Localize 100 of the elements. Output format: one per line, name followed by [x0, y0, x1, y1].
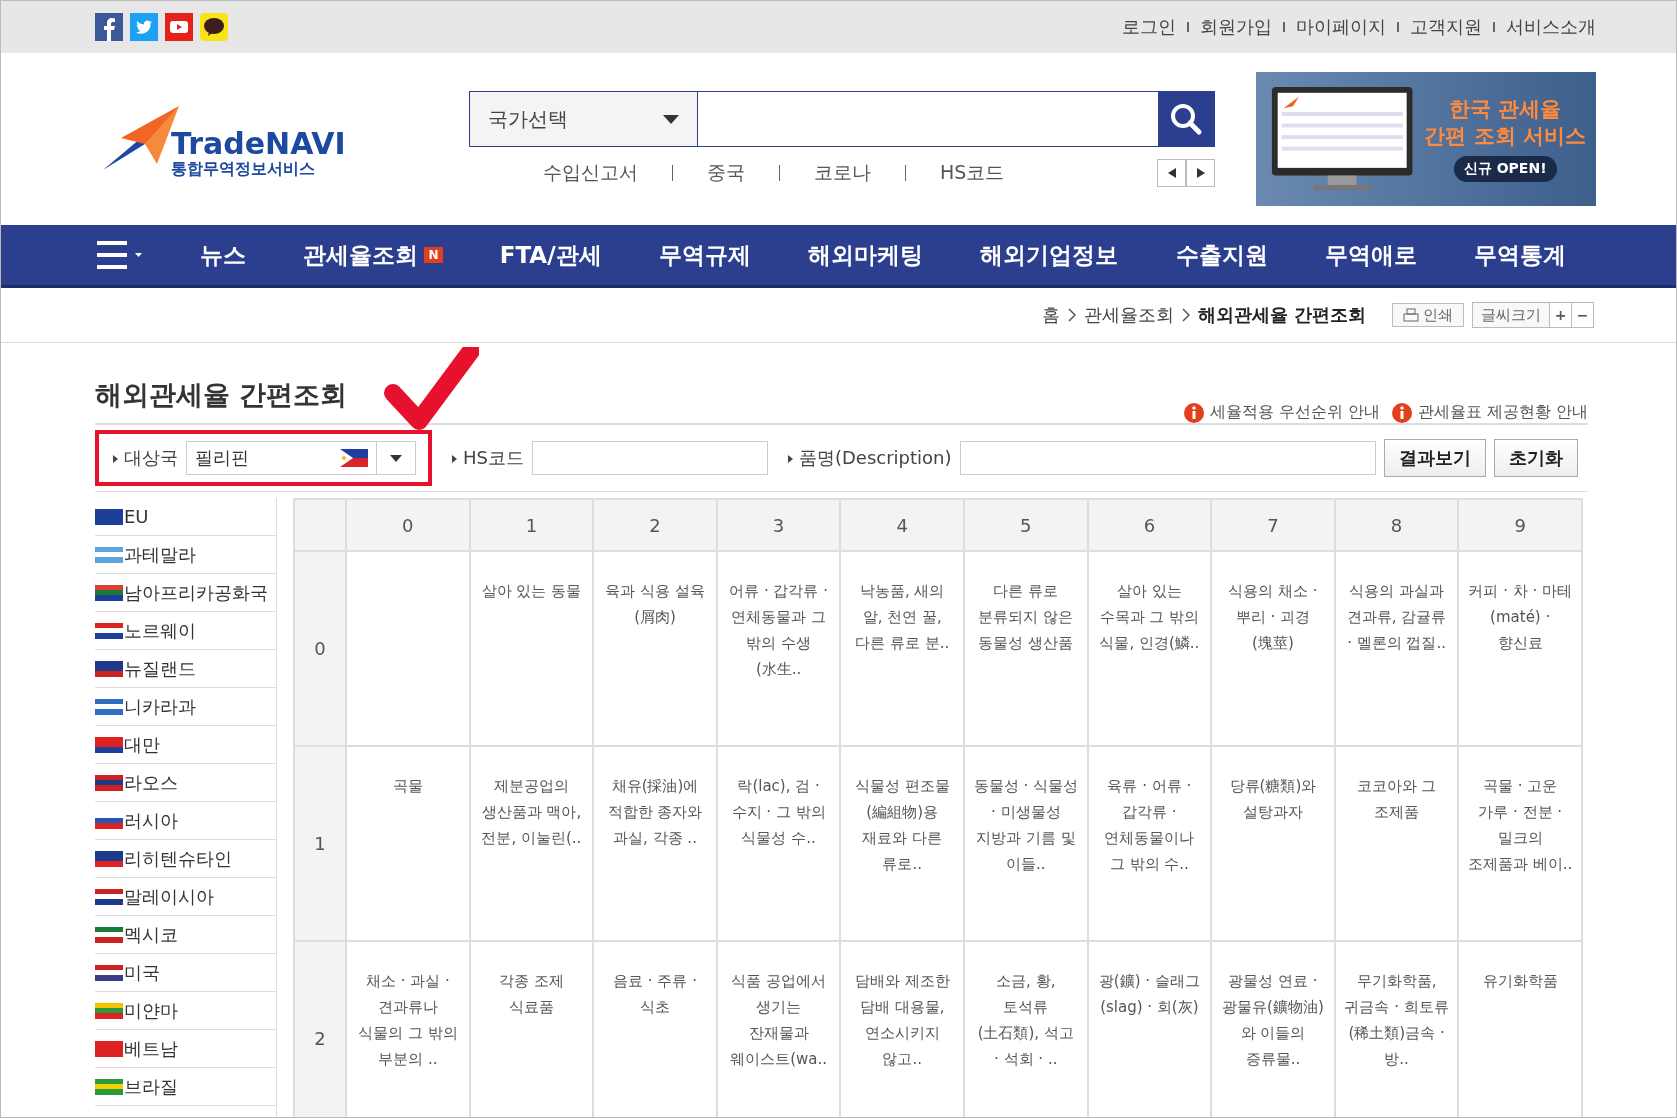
chevron-icon — [1067, 308, 1076, 322]
breadcrumb-link[interactable]: 홈 — [1041, 303, 1060, 327]
top-link[interactable]: 회원가입 — [1200, 15, 1272, 39]
keyword-link[interactable]: 코로나 — [780, 160, 905, 186]
twitter-icon[interactable] — [130, 13, 158, 41]
right-arrow-icon — [1196, 168, 1205, 178]
column-header: 8 — [1334, 499, 1459, 551]
column-header: 2 — [593, 499, 717, 551]
flag-icon — [340, 449, 368, 467]
hs-chapter-link[interactable]: 유기화학품 — [1467, 968, 1573, 994]
keyword-link[interactable]: 수입신고서 — [509, 160, 672, 186]
print-button[interactable]: 인쇄 — [1392, 303, 1464, 327]
country-dropdown[interactable]: 필리핀 — [186, 441, 416, 475]
column-header: 7 — [1211, 499, 1335, 551]
flag-icon — [95, 622, 123, 639]
country-item[interactable]: EU — [95, 498, 276, 536]
chevron-icon — [1181, 308, 1190, 322]
description-field[interactable] — [959, 441, 1376, 475]
country-item[interactable]: 러시아 — [95, 802, 276, 840]
flag-icon — [95, 774, 123, 791]
country-item[interactable]: 뉴질랜드 — [95, 650, 276, 688]
country-item[interactable]: 베트남 — [95, 1030, 276, 1068]
column-header: 1 — [469, 499, 594, 551]
description-label: 품명(Description) — [787, 446, 952, 470]
nav-item[interactable]: 해외마케팅 — [808, 239, 924, 271]
country-item[interactable]: 라오스 — [95, 764, 276, 802]
country-item[interactable]: 말레이시아 — [95, 878, 276, 916]
column-header: 5 — [963, 499, 1088, 551]
promo-banner[interactable]: 한국 관세율 간편 조회 서비스 신규 OPEN! — [1256, 72, 1596, 206]
banner-title: 한국 관세율 — [1449, 95, 1562, 123]
column-header: 0 — [346, 499, 470, 551]
top-link[interactable]: 서비스소개 — [1506, 15, 1596, 39]
flag-icon — [95, 508, 123, 525]
nav-item[interactable]: FTA/관세 — [499, 239, 602, 271]
nav-item[interactable]: 무역애로 — [1324, 239, 1417, 271]
column-header: 3 — [716, 499, 841, 551]
top-link[interactable]: 로그인 — [1122, 15, 1176, 39]
flag-icon — [95, 660, 123, 677]
banner-title: 간편 조회 서비스 — [1424, 123, 1586, 150]
decrease-button[interactable]: − — [1571, 303, 1593, 327]
reset-button[interactable]: 초기화 — [1494, 439, 1578, 477]
breadcrumb-link[interactable]: 해외관세율 간편조회 — [1197, 303, 1366, 327]
logo-name[interactable]: TradeNAVI — [171, 128, 346, 159]
flag-icon — [95, 964, 123, 981]
page-title: 해외관세율 간편조회 — [95, 378, 348, 412]
left-arrow-icon — [1167, 168, 1176, 178]
column-header: 9 — [1458, 499, 1582, 551]
country-item[interactable]: 니카라과 — [95, 688, 276, 726]
logo-subtitle: 통합무역정보서비스 — [171, 158, 316, 180]
breadcrumb-link[interactable]: 관세율조회 — [1083, 303, 1174, 327]
country-item[interactable]: 멕시코 — [95, 916, 276, 954]
hs-code-field[interactable] — [531, 441, 768, 475]
nav-item[interactable]: 뉴스 — [200, 239, 247, 271]
new-badge: N — [424, 247, 443, 263]
country-item[interactable]: 대만 — [95, 726, 276, 764]
previous-button[interactable] — [1157, 159, 1186, 187]
menu-button[interactable] — [95, 240, 143, 270]
top-link[interactable]: 고객지원 — [1410, 15, 1482, 39]
info-link[interactable]: 세율적용 우선순위 안내 — [1183, 402, 1380, 423]
keyword-link[interactable]: 중국 — [673, 160, 779, 186]
facebook-icon[interactable] — [95, 13, 123, 41]
country-item[interactable]: 노르웨이 — [95, 612, 276, 650]
top-link[interactable]: 마이페이지 — [1296, 15, 1386, 39]
flag-icon — [95, 850, 123, 867]
nav-item[interactable]: 해외기업정보 — [980, 239, 1119, 271]
increase-button[interactable]: + — [1549, 303, 1571, 327]
flag-icon — [95, 546, 123, 563]
printer-icon — [1403, 308, 1419, 322]
column-header: 6 — [1087, 499, 1212, 551]
info-link[interactable]: 관세율표 제공현황 안내 — [1391, 402, 1588, 423]
caret-icon — [390, 454, 402, 462]
next-button[interactable] — [1186, 159, 1215, 187]
flag-icon — [95, 888, 123, 905]
keyword-link[interactable]: HS코드 — [906, 160, 1039, 186]
hs-chapter-link[interactable]: 살아 있는 동물 — [478, 578, 585, 604]
country-item[interactable]: 브라질 — [95, 1068, 276, 1106]
flag-icon — [95, 736, 123, 753]
flag-icon — [95, 1040, 123, 1057]
flag-icon — [95, 1002, 123, 1019]
flag-icon — [95, 1078, 123, 1095]
hs-code-label: HS코드 — [452, 446, 524, 470]
chat-icon[interactable] — [200, 13, 228, 41]
country-item[interactable]: 미얀마 — [95, 992, 276, 1030]
font-size-label: 글씨크기 — [1480, 305, 1542, 325]
nav-item[interactable]: 관세율조회 N — [303, 239, 443, 271]
hs-chapter-link[interactable]: 곡물 — [355, 773, 461, 799]
country-item[interactable]: 미국 — [95, 954, 276, 992]
nav-item[interactable]: 수출지원 — [1175, 239, 1268, 271]
flag-icon — [95, 584, 123, 601]
youtube-icon[interactable] — [165, 13, 193, 41]
row-header: 0 — [294, 551, 346, 746]
country-item[interactable]: 과테말라 — [95, 536, 276, 574]
search-button[interactable]: 결과보기 — [1384, 439, 1486, 477]
column-header: 4 — [840, 499, 964, 551]
flag-icon — [95, 926, 123, 943]
nav-item[interactable]: 무역통계 — [1474, 239, 1566, 271]
country-item[interactable]: 리히텐슈타인 — [95, 840, 276, 878]
country-item[interactable]: 남아프리카공화국 — [95, 574, 276, 612]
row-header: 2 — [294, 941, 346, 1117]
nav-item[interactable]: 무역규제 — [658, 239, 751, 271]
